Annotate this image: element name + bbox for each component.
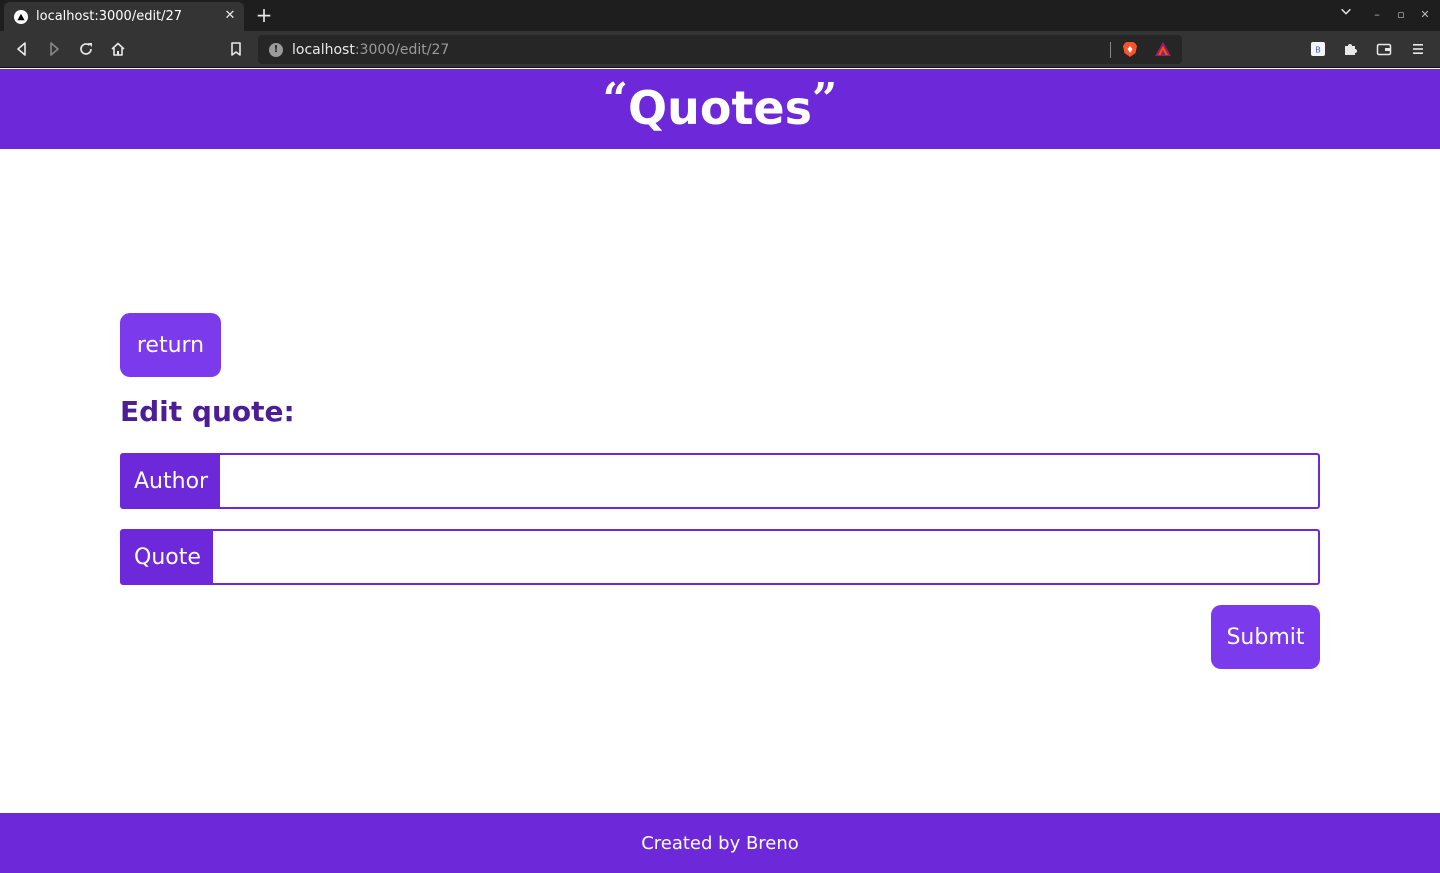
triangle-favicon-icon [14,9,28,24]
forward-icon[interactable] [45,40,63,58]
url-host: localhost [292,41,355,58]
edit-quote-heading: Edit quote: [120,395,295,428]
author-field-group: Author [120,453,1320,509]
menu-hamburger-icon[interactable] [1409,40,1427,58]
minimize-window-button[interactable]: – [1369,6,1385,24]
url-divider [1110,42,1111,58]
address-bar-url[interactable]: localhost:3000/edit/27 [292,42,449,58]
quote-field-group: Quote [120,529,1320,585]
site-title[interactable]: “Quotes” [603,68,838,150]
author-label: Author [122,455,221,507]
quote-input[interactable] [212,531,1318,583]
footer-credit: Created by Breno [641,832,799,854]
author-input[interactable] [220,455,1318,507]
site-info-icon[interactable]: ! [269,42,283,57]
site-title-text: Quotes [627,81,813,135]
close-tab-icon[interactable]: ✕ [222,8,238,24]
maximize-window-button[interactable]: ▫ [1393,6,1409,24]
submit-button[interactable]: Submit [1211,605,1320,669]
home-icon[interactable] [109,40,127,58]
close-window-button[interactable]: ✕ [1417,6,1433,24]
brave-shields-icon[interactable] [1122,41,1138,58]
svg-text:B: B [1315,46,1321,55]
quote-label: Quote [122,531,213,583]
browser-tab-bar: localhost:3000/edit/27 ✕ + – ▫ ✕ [0,0,1440,31]
back-icon[interactable] [13,40,31,58]
reload-icon[interactable] [77,40,95,58]
browser-toolbar: ! localhost:3000/edit/27 B [0,31,1440,68]
address-bar[interactable]: ! localhost:3000/edit/27 [258,35,1182,64]
extensions-puzzle-icon[interactable] [1341,40,1359,58]
tab-title: localhost:3000/edit/27 [36,9,183,24]
brave-rewards-icon[interactable] [1154,41,1172,57]
tab-list-chevron-icon[interactable] [1338,4,1354,24]
new-tab-button[interactable]: + [254,5,274,25]
close-quote-mark: ” [812,74,838,125]
site-footer: Created by Breno [0,813,1440,873]
bookmark-icon[interactable] [227,40,245,58]
extension-b-icon[interactable]: B [1309,40,1327,58]
browser-tab[interactable]: localhost:3000/edit/27 ✕ [4,2,244,31]
wallet-icon[interactable] [1375,40,1393,58]
url-path: :3000/edit/27 [354,41,450,58]
open-quote-mark: “ [602,74,628,125]
return-button[interactable]: return [120,313,221,377]
site-header: “Quotes” [0,69,1440,149]
